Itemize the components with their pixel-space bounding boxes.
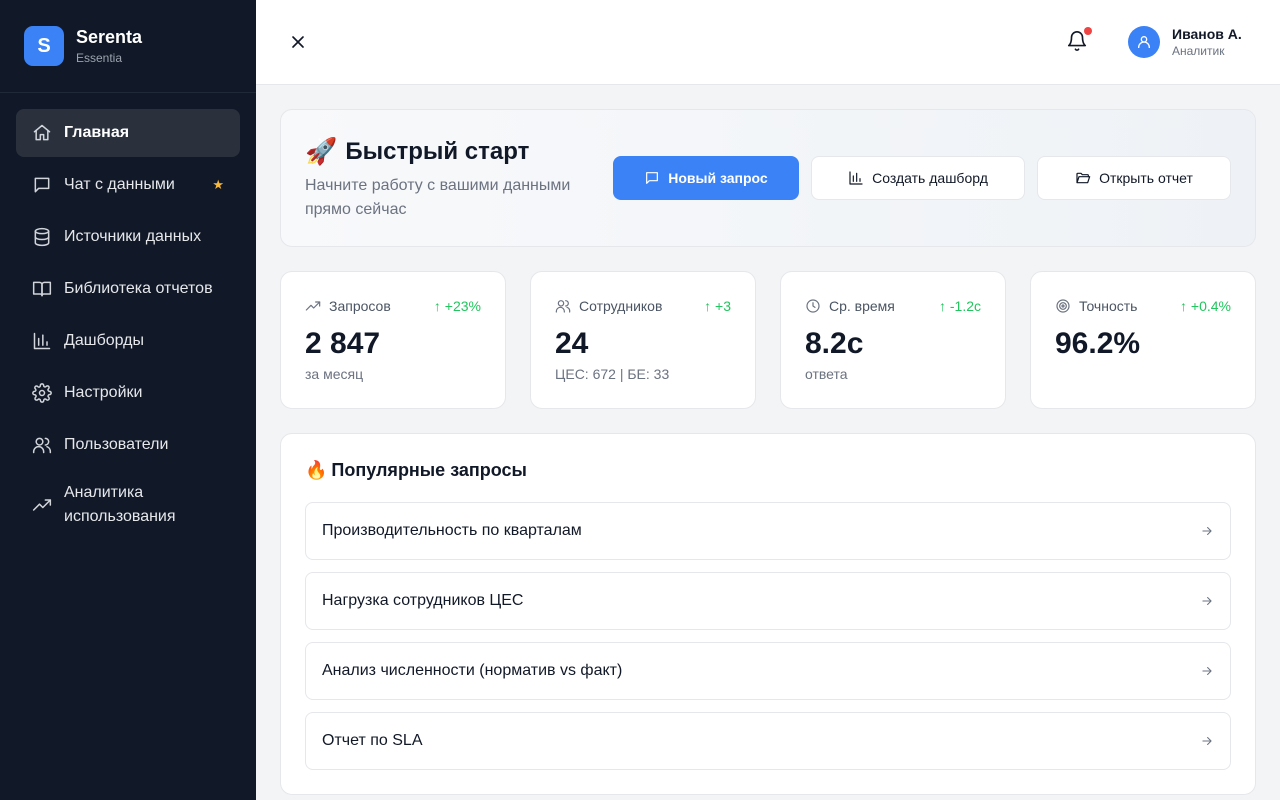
open-report-label: Открыть отчет — [1099, 170, 1193, 186]
sidebar-nav: Главная Чат с данными ★ Источники данных… — [0, 93, 256, 557]
popular-query-label: Нагрузка сотрудников ЦЕС — [322, 592, 524, 609]
stat-value: 96.2% — [1055, 327, 1141, 360]
bar-chart-icon — [849, 171, 863, 185]
popular-query-label: Производительность по кварталам — [322, 522, 582, 539]
sidebar-item-label: Аналитика использования — [64, 484, 176, 525]
stat-label: Ср. время — [829, 298, 895, 314]
popular-query-item[interactable]: Производительность по кварталам — [305, 502, 1231, 560]
sidebar-item-label: Пользователи — [64, 436, 169, 453]
user-icon — [1138, 36, 1150, 48]
close-icon — [292, 36, 304, 48]
stat-value: 2 847 — [305, 327, 381, 360]
user-menu[interactable]: Иванов А. Аналитик — [1128, 25, 1242, 59]
sidebar-item-label: Дашборды — [64, 332, 144, 349]
popular-query-item[interactable]: Отчет по SLA — [305, 712, 1231, 770]
top-header: Иванов А. Аналитик — [256, 0, 1280, 85]
trending-icon — [32, 495, 52, 515]
stat-label: Сотрудников — [579, 298, 663, 314]
database-icon — [32, 227, 52, 247]
brand-name: Serenta — [76, 27, 143, 47]
bar-chart-icon — [32, 331, 52, 351]
target-icon — [1056, 299, 1070, 313]
quick-start-title: 🚀 Быстрый старт — [305, 136, 529, 167]
sidebar-item-usage-analytics[interactable]: Аналитика использования — [16, 473, 240, 537]
stat-note: за месяц — [305, 366, 364, 382]
open-report-button[interactable]: Открыть отчет — [1037, 156, 1231, 200]
quick-start-panel: 🚀 Быстрый старт Начните работу с вашими … — [280, 109, 1256, 247]
brand[interactable]: S Serenta Essentia — [0, 0, 256, 93]
sidebar-item-label: Чат с данными — [64, 176, 175, 193]
sidebar-item-dashboards[interactable]: Дашборды — [16, 317, 240, 365]
notification-dot — [1084, 27, 1092, 35]
home-icon — [32, 123, 52, 143]
sidebar-item-label: Настройки — [64, 384, 143, 401]
quick-start-subtitle: Начните работу с вашими данными прямо се… — [305, 177, 571, 218]
popular-queries-title: 🔥 Популярные запросы — [305, 460, 527, 481]
stat-card-accuracy: Точность ↑ +0.4% 96.2% — [1030, 271, 1256, 409]
quick-start-title-text: Быстрый старт — [345, 137, 530, 165]
arrow-right-icon — [1202, 736, 1212, 746]
arrow-right-icon — [1202, 596, 1212, 606]
user-role: Аналитик — [1172, 44, 1225, 58]
stat-label: Запросов — [329, 298, 391, 314]
users-icon — [32, 435, 52, 455]
stat-delta: ↑ -1.2с — [938, 298, 981, 314]
stat-card-avg-time: Ср. время ↑ -1.2с 8.2с ответа — [780, 271, 1006, 409]
brand-logo: S — [24, 26, 64, 66]
arrow-right-icon — [1202, 666, 1212, 676]
popular-queries-title-text: Популярные запросы — [331, 460, 527, 480]
new-request-label: Новый запрос — [668, 170, 768, 186]
brand-subtitle: Essentia — [76, 51, 123, 65]
sidebar: S Serenta Essentia Главная Чат с данными… — [0, 0, 256, 800]
stat-label: Точность — [1079, 298, 1138, 314]
sidebar-item-report-library[interactable]: Библиотека отчетов — [16, 265, 240, 313]
sidebar-item-label: Главная — [64, 124, 130, 141]
create-dashboard-button[interactable]: Создать дашборд — [811, 156, 1025, 200]
popular-query-item[interactable]: Анализ численности (норматив vs факт) — [305, 642, 1231, 700]
fire-icon: 🔥 — [305, 460, 328, 480]
users-icon — [555, 300, 571, 313]
arrow-right-icon — [1202, 526, 1212, 536]
folder-open-icon — [1076, 172, 1091, 184]
stat-delta: ↑ +3 — [704, 298, 731, 314]
stat-value: 24 — [555, 327, 589, 360]
book-icon — [32, 279, 52, 299]
popular-query-label: Отчет по SLA — [322, 732, 423, 749]
close-button[interactable] — [286, 30, 310, 54]
stat-delta: ↑ +23% — [433, 298, 481, 314]
sidebar-item-data-sources[interactable]: Источники данных — [16, 213, 240, 261]
sidebar-item-label: Источники данных — [64, 228, 202, 245]
popular-query-label: Анализ численности (норматив vs факт) — [322, 662, 623, 679]
clock-icon — [806, 299, 820, 313]
popular-query-item[interactable]: Нагрузка сотрудников ЦЕС — [305, 572, 1231, 630]
stat-note: ответа — [805, 366, 848, 382]
create-dashboard-label: Создать дашборд — [872, 170, 988, 186]
chat-icon — [646, 172, 659, 184]
sidebar-item-label: Библиотека отчетов — [64, 280, 213, 297]
notifications-button[interactable] — [1066, 27, 1092, 54]
stat-value: 8.2с — [805, 327, 864, 360]
stat-delta: ↑ +0.4% — [1180, 298, 1231, 314]
rocket-icon: 🚀 — [305, 136, 338, 166]
popular-queries-panel: 🔥 Популярные запросы Производительность … — [280, 433, 1256, 795]
avatar — [1128, 26, 1160, 58]
star-icon: ★ — [212, 177, 224, 192]
sidebar-item-users[interactable]: Пользователи — [16, 421, 240, 469]
gear-icon — [32, 383, 52, 403]
user-name: Иванов А. — [1172, 26, 1242, 42]
sidebar-item-home[interactable]: Главная — [16, 109, 240, 157]
stat-card-employees: Сотрудников ↑ +3 24 ЦЕС: 672 | БЕ: 33 — [530, 271, 756, 409]
new-request-button[interactable]: Новый запрос — [613, 156, 799, 200]
stat-note: ЦЕС: 672 | БЕ: 33 — [555, 366, 670, 382]
trending-icon — [305, 301, 321, 311]
stat-card-requests: Запросов ↑ +23% 2 847 за месяц — [280, 271, 506, 409]
sidebar-item-chat[interactable]: Чат с данными ★ — [16, 161, 240, 209]
sidebar-item-settings[interactable]: Настройки — [16, 369, 240, 417]
chat-icon — [32, 175, 52, 195]
